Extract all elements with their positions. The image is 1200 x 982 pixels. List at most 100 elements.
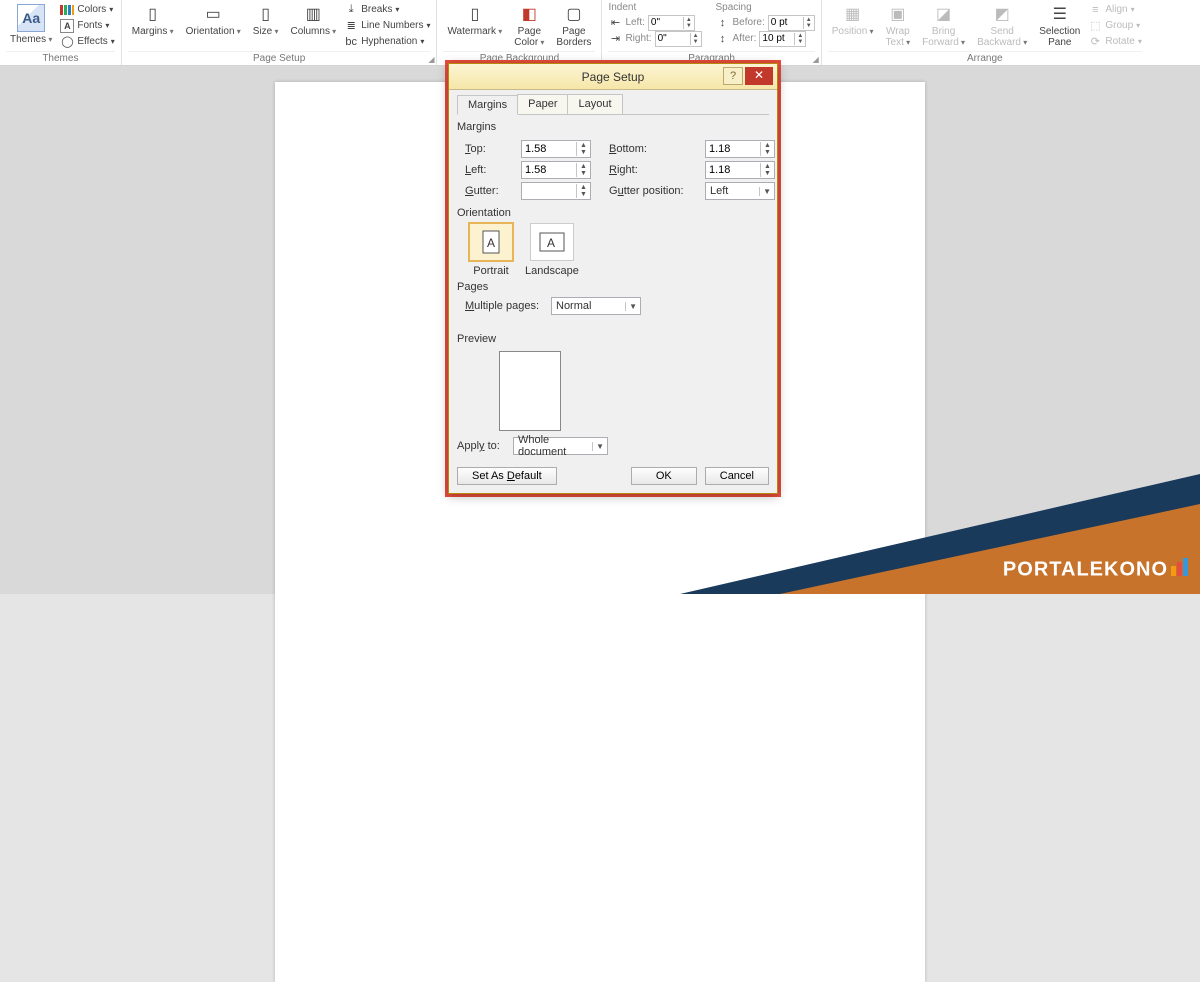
- group-label-themes: Themes: [6, 51, 115, 65]
- align-icon: ≡: [1088, 3, 1102, 17]
- orientation-portrait[interactable]: A Portrait: [469, 223, 513, 277]
- send-backward-icon: ◩: [992, 4, 1012, 24]
- group-page-setup: ▯Margins ▭Orientation ▯Size ▥Columns ⤓Br…: [122, 0, 438, 65]
- left-input[interactable]: ▲▼: [521, 161, 591, 179]
- columns-icon: ▥: [303, 4, 323, 24]
- wrap-text-icon: ▣: [888, 4, 908, 24]
- hyphenation-dropdown[interactable]: bcHyphenation ▾: [344, 34, 430, 49]
- watermark-button[interactable]: ▯Watermark: [443, 2, 506, 39]
- indent-left-input[interactable]: ▲▼: [648, 15, 695, 31]
- paragraph-dialog-launcher[interactable]: ◢: [813, 55, 819, 64]
- page-setup-dialog: Page Setup ? ✕ Margins Paper Layout Marg…: [448, 63, 778, 494]
- spacing-before-input[interactable]: ▲▼: [768, 15, 815, 31]
- chevron-down-icon: ▼: [759, 187, 774, 196]
- set-as-default-button[interactable]: Set As Default: [457, 467, 557, 485]
- page-color-button[interactable]: ◧Page Color: [510, 2, 548, 50]
- effects-dropdown[interactable]: ◯ Effects ▾: [60, 34, 114, 49]
- page-color-icon: ◧: [519, 4, 539, 24]
- ribbon: Aa Themes Colors ▾ A Fonts ▾ ◯ Effects ▾…: [0, 0, 1200, 66]
- dialog-tabs: Margins Paper Layout: [457, 94, 769, 115]
- bottom-input[interactable]: ▲▼: [705, 140, 775, 158]
- spacing-after-input[interactable]: ▲▼: [759, 31, 806, 47]
- effects-icon: ◯: [60, 35, 74, 49]
- group-icon: ⬚: [1088, 19, 1102, 33]
- watermark-icon: ▯: [465, 4, 485, 24]
- selection-pane-button[interactable]: ☰Selection Pane: [1035, 2, 1084, 50]
- chevron-down-icon: ▼: [625, 302, 640, 311]
- ok-button[interactable]: OK: [631, 467, 697, 485]
- spinner-down-icon[interactable]: ▼: [691, 39, 701, 45]
- multiple-pages-label: Multiple pages:: [465, 300, 545, 312]
- orientation-button[interactable]: ▭Orientation: [182, 2, 245, 39]
- spinner-down-icon[interactable]: ▼: [577, 191, 590, 198]
- size-icon: ▯: [256, 4, 276, 24]
- help-button[interactable]: ?: [723, 67, 743, 85]
- tab-layout[interactable]: Layout: [567, 94, 622, 114]
- spinner-up-icon[interactable]: ▲: [761, 142, 774, 149]
- indent-right-input[interactable]: ▲▼: [655, 31, 702, 47]
- spacing-label: Spacing: [716, 2, 815, 14]
- gutter-input[interactable]: ▲▼: [521, 182, 591, 200]
- orientation-icon: ▭: [203, 4, 223, 24]
- svg-text:A: A: [487, 236, 495, 250]
- colors-dropdown[interactable]: Colors ▾: [60, 2, 114, 17]
- spinner-down-icon[interactable]: ▼: [684, 23, 694, 29]
- breaks-dropdown[interactable]: ⤓Breaks ▾: [344, 2, 430, 17]
- page-setup-dialog-launcher[interactable]: ◢: [428, 55, 434, 64]
- size-button[interactable]: ▯Size: [249, 2, 283, 39]
- group-label-arrange: Arrange: [828, 51, 1142, 65]
- spinner-up-icon[interactable]: ▲: [577, 163, 590, 170]
- gutter-position-combo[interactable]: Left▼: [705, 182, 775, 200]
- group-themes: Aa Themes Colors ▾ A Fonts ▾ ◯ Effects ▾…: [0, 0, 122, 65]
- multiple-pages-combo[interactable]: Normal▼: [551, 297, 641, 315]
- themes-icon: Aa: [17, 4, 45, 32]
- bring-forward-button: ◪Bring Forward: [918, 2, 969, 50]
- spinner-up-icon[interactable]: ▲: [577, 142, 590, 149]
- dialog-title: Page Setup: [582, 70, 645, 84]
- dialog-titlebar[interactable]: Page Setup ? ✕: [449, 64, 777, 90]
- colors-icon: [60, 3, 74, 17]
- themes-button[interactable]: Aa Themes: [6, 2, 56, 47]
- spinner-down-icon[interactable]: ▼: [577, 170, 590, 177]
- spacing-before-icon: ↕: [716, 16, 730, 30]
- group-dropdown: ⬚Group ▾: [1088, 18, 1141, 33]
- margins-button[interactable]: ▯Margins: [128, 2, 178, 39]
- selection-pane-icon: ☰: [1050, 4, 1070, 24]
- top-input[interactable]: ▲▼: [521, 140, 591, 158]
- section-preview: Preview: [457, 333, 769, 345]
- section-margins: Margins: [457, 121, 769, 133]
- position-icon: ▦: [843, 4, 863, 24]
- landscape-icon: A: [539, 232, 565, 252]
- indent-right-icon: ⇥: [608, 32, 622, 46]
- line-numbers-dropdown[interactable]: ≣Line Numbers ▾: [344, 18, 430, 33]
- spinner-down-icon[interactable]: ▼: [795, 39, 805, 45]
- page-borders-icon: ▢: [564, 4, 584, 24]
- spinner-up-icon[interactable]: ▲: [761, 163, 774, 170]
- tab-margins[interactable]: Margins: [457, 95, 518, 115]
- spinner-down-icon[interactable]: ▼: [804, 23, 814, 29]
- margins-icon: ▯: [143, 4, 163, 24]
- top-label: Top:: [465, 143, 515, 155]
- svg-text:A: A: [547, 236, 555, 250]
- close-button[interactable]: ✕: [745, 67, 773, 85]
- rotate-dropdown: ⟳Rotate ▾: [1088, 34, 1141, 49]
- columns-button[interactable]: ▥Columns: [286, 2, 340, 39]
- spinner-down-icon[interactable]: ▼: [761, 170, 774, 177]
- bring-forward-icon: ◪: [934, 4, 954, 24]
- spinner-up-icon[interactable]: ▲: [577, 184, 590, 191]
- orientation-landscape[interactable]: A Landscape: [525, 223, 579, 277]
- wrap-text-button: ▣Wrap Text: [882, 2, 915, 50]
- tab-paper[interactable]: Paper: [517, 94, 568, 114]
- gutter-label: Gutter:: [465, 185, 515, 197]
- group-arrange: ▦Position ▣Wrap Text ◪Bring Forward ◩Sen…: [822, 0, 1148, 65]
- cancel-button[interactable]: Cancel: [705, 467, 769, 485]
- right-input[interactable]: ▲▼: [705, 161, 775, 179]
- preview-thumbnail: [499, 351, 561, 431]
- section-pages: Pages: [457, 281, 769, 293]
- page-borders-button[interactable]: ▢Page Borders: [552, 2, 595, 50]
- spinner-down-icon[interactable]: ▼: [577, 149, 590, 156]
- spinner-down-icon[interactable]: ▼: [761, 149, 774, 156]
- watermark-logo: PORTALEKONO: [1003, 558, 1188, 582]
- apply-to-combo[interactable]: Whole document▼: [513, 437, 608, 455]
- fonts-dropdown[interactable]: A Fonts ▾: [60, 18, 114, 33]
